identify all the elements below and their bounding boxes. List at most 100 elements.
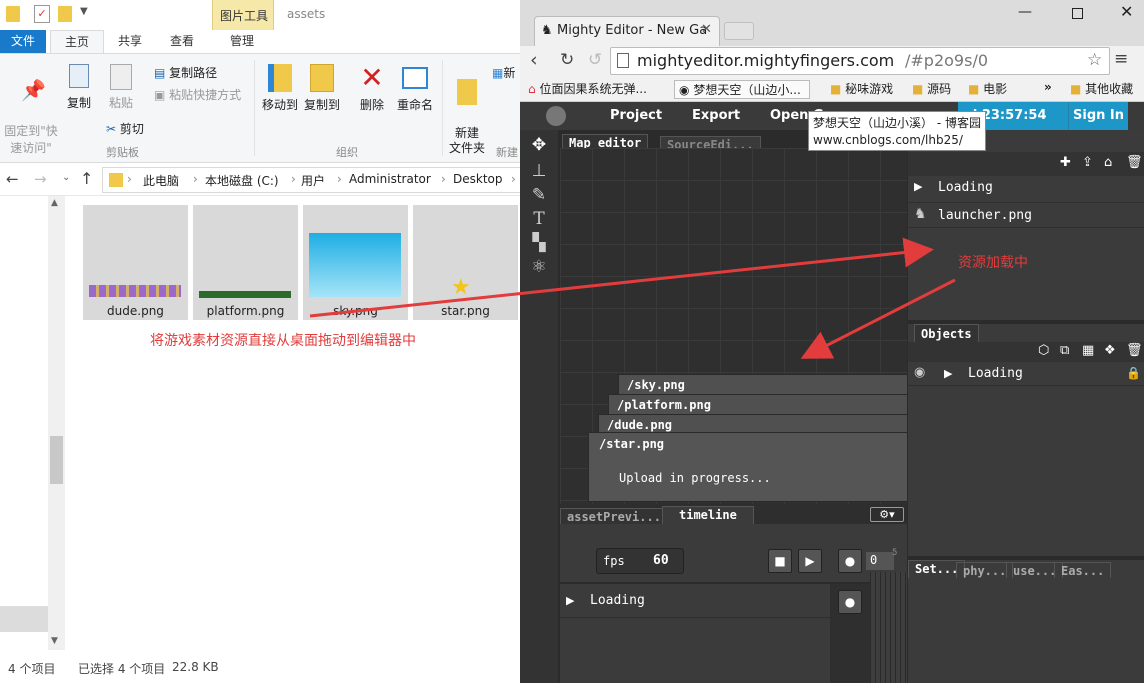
tab-manage[interactable]: 管理 bbox=[214, 30, 270, 53]
cube-icon[interactable]: ⬡ bbox=[1038, 343, 1049, 358]
paste-shortcut-button[interactable]: ▣ 粘贴快捷方式 bbox=[154, 86, 241, 103]
paste-button[interactable]: 粘贴 bbox=[104, 64, 138, 111]
copy-button[interactable]: 复制 bbox=[64, 64, 94, 111]
back-arrow-icon[interactable]: ← bbox=[6, 170, 19, 188]
brush-tool-icon[interactable]: ✎ bbox=[528, 184, 550, 206]
record-button[interactable]: ● bbox=[838, 549, 862, 573]
tab-file[interactable]: 文件 bbox=[0, 30, 46, 53]
menu-icon[interactable]: ≡ bbox=[1114, 49, 1128, 69]
bookmark-folder[interactable]: ■ 源码 bbox=[912, 80, 951, 97]
delete-object-icon[interactable]: 🗑 bbox=[1126, 343, 1143, 358]
forward-arrow-icon[interactable]: → bbox=[34, 170, 47, 188]
stamp-tool-icon[interactable]: ⊥ bbox=[528, 160, 550, 182]
timeline-row[interactable]: ▶ Loading bbox=[560, 586, 830, 618]
play-button[interactable]: ▶ bbox=[798, 549, 822, 573]
scroll-up-icon[interactable]: ▲ bbox=[51, 198, 58, 208]
new-folder-icon[interactable] bbox=[58, 6, 72, 22]
new-folder-button[interactable]: 新建 文件夹 bbox=[448, 64, 486, 156]
clone-icon[interactable]: ⧉ bbox=[1060, 343, 1069, 358]
timeline-track[interactable] bbox=[870, 572, 907, 683]
chevron-right-icon[interactable]: › bbox=[511, 172, 516, 186]
bookmark-folder[interactable]: ■ 电影 bbox=[968, 80, 1007, 97]
chevron-right-icon[interactable]: › bbox=[127, 172, 132, 186]
import-asset-icon[interactable]: ⌂ bbox=[1104, 155, 1112, 170]
breadcrumb-this-pc[interactable]: 此电脑 bbox=[143, 172, 179, 189]
properties-icon[interactable]: ✓ bbox=[34, 5, 50, 23]
new-tab-button[interactable] bbox=[724, 22, 754, 40]
eye-icon[interactable]: ◉ bbox=[914, 365, 925, 380]
mighty-logo-icon[interactable] bbox=[546, 106, 566, 126]
add-asset-icon[interactable]: ✚ bbox=[1060, 155, 1071, 170]
close-window-icon[interactable]: ✕ bbox=[1120, 2, 1133, 21]
menu-export[interactable]: Export bbox=[692, 108, 740, 123]
scroll-down-icon[interactable]: ▼ bbox=[51, 636, 58, 646]
breadcrumb[interactable]: › 此电脑 › 本地磁盘 (C:) › 用户 › Administrator ›… bbox=[102, 167, 520, 193]
file-item-dude[interactable]: dude.png bbox=[83, 205, 188, 320]
address-bar[interactable]: ← → ⌄ ↑ › 此电脑 › 本地磁盘 (C:) › 用户 › Adminis… bbox=[0, 164, 520, 196]
tab-objects[interactable]: Objects bbox=[914, 324, 979, 344]
sign-in-button[interactable]: Sign In bbox=[1068, 102, 1128, 130]
expand-triangle-icon[interactable]: ▶ bbox=[566, 594, 574, 607]
breadcrumb-administrator[interactable]: Administrator bbox=[349, 172, 431, 186]
expand-triangle-icon[interactable]: ▶ bbox=[944, 367, 952, 380]
back-icon[interactable]: ‹ bbox=[530, 49, 538, 71]
chevron-right-icon[interactable]: › bbox=[291, 172, 296, 186]
breadcrumb-users[interactable]: 用户 bbox=[301, 172, 325, 189]
quick-access-dropdown-icon[interactable]: ▼ bbox=[80, 6, 88, 17]
file-item-star[interactable]: ★ star.png bbox=[413, 205, 518, 320]
timeline-settings-gear-icon[interactable]: ⚙▾ bbox=[870, 507, 904, 522]
keyframe-button[interactable]: ● bbox=[838, 590, 862, 614]
group-icon[interactable]: ❖ bbox=[1104, 343, 1116, 358]
tab-asset-preview[interactable]: assetPrevi... bbox=[560, 508, 668, 524]
stop-button[interactable]: ■ bbox=[768, 549, 792, 573]
reload-icon[interactable]: ↻ bbox=[560, 50, 574, 70]
move-to-button[interactable]: 移动到 bbox=[260, 64, 300, 113]
more-bookmarks-button[interactable]: » bbox=[1044, 80, 1052, 94]
vertical-scrollbar[interactable]: ▲ ▼ bbox=[48, 196, 65, 650]
rename-button[interactable]: 重命名 bbox=[394, 64, 436, 113]
move-tool-icon[interactable]: ✥ bbox=[528, 134, 550, 156]
file-item-sky[interactable]: sky.png bbox=[303, 205, 408, 320]
chevron-right-icon[interactable]: › bbox=[337, 172, 342, 186]
physics-tool-icon[interactable]: ⚛ bbox=[528, 256, 550, 278]
bookmark-folder[interactable]: ■ 秘味游戏 bbox=[830, 80, 893, 97]
tab-share[interactable]: 共享 bbox=[106, 30, 154, 53]
tab-physics[interactable]: phy... bbox=[956, 562, 1014, 578]
tab-timeline[interactable]: timeline bbox=[662, 506, 754, 524]
menu-project[interactable]: Project bbox=[610, 108, 662, 123]
frame-counter[interactable]: 0 5 bbox=[866, 548, 897, 570]
lock-icon[interactable]: 🔒 bbox=[1126, 366, 1141, 380]
expand-triangle-icon[interactable]: ▶ bbox=[914, 180, 922, 193]
fps-field[interactable]: fps 60 bbox=[596, 548, 684, 574]
scroll-thumb[interactable] bbox=[50, 436, 63, 484]
recent-dropdown-icon[interactable]: ⌄ bbox=[62, 172, 70, 183]
object-row[interactable]: ◉ ▶ Loading 🔒 bbox=[908, 362, 1144, 386]
bookmark-item[interactable]: ◉ 梦想天空（山边小... bbox=[674, 80, 810, 99]
bookmark-item[interactable]: ⌂ 位面因果系统无弹... bbox=[528, 80, 647, 97]
cut-button[interactable]: ✂ 剪切 bbox=[106, 120, 144, 137]
bookmark-star-icon[interactable]: ☆ bbox=[1087, 50, 1102, 70]
tab-easing[interactable]: Eas... bbox=[1054, 562, 1112, 578]
tab-home[interactable]: 主页 bbox=[50, 30, 104, 53]
copy-to-button[interactable]: 复制到 bbox=[302, 64, 342, 113]
delete-button[interactable]: ✕ 删除 bbox=[356, 64, 388, 113]
pin-quick-access-button[interactable]: 📌 固定到"快 速访问" bbox=[2, 64, 60, 156]
tab-view[interactable]: 查看 bbox=[158, 30, 206, 53]
close-tab-icon[interactable]: ✕ bbox=[701, 22, 712, 37]
upload-asset-icon[interactable]: ⇪ bbox=[1082, 155, 1093, 170]
asset-row[interactable]: ♞ launcher.png bbox=[908, 202, 1144, 228]
minimize-icon[interactable]: — bbox=[1018, 4, 1032, 20]
asset-row[interactable]: ▶ Loading bbox=[908, 176, 1144, 200]
address-bar[interactable]: mightyeditor.mightyfingers.com /#p2o9s/0… bbox=[610, 47, 1110, 75]
breadcrumb-local-disk[interactable]: 本地磁盘 (C:) bbox=[205, 172, 279, 189]
up-arrow-icon[interactable]: ↑ bbox=[80, 169, 93, 188]
file-item-platform[interactable]: platform.png bbox=[193, 205, 298, 320]
new-item-button[interactable]: ▦新 bbox=[492, 64, 515, 81]
breadcrumb-desktop[interactable]: Desktop bbox=[453, 172, 503, 186]
other-bookmarks-folder[interactable]: ■ 其他收藏 bbox=[1070, 80, 1133, 97]
undo-reload-icon[interactable]: ↺ bbox=[588, 50, 602, 70]
maximize-icon[interactable] bbox=[1072, 8, 1083, 19]
chevron-right-icon[interactable]: › bbox=[441, 172, 446, 186]
grid-icon[interactable]: ▦ bbox=[1082, 343, 1094, 358]
delete-asset-icon[interactable]: 🗑 bbox=[1126, 155, 1143, 170]
